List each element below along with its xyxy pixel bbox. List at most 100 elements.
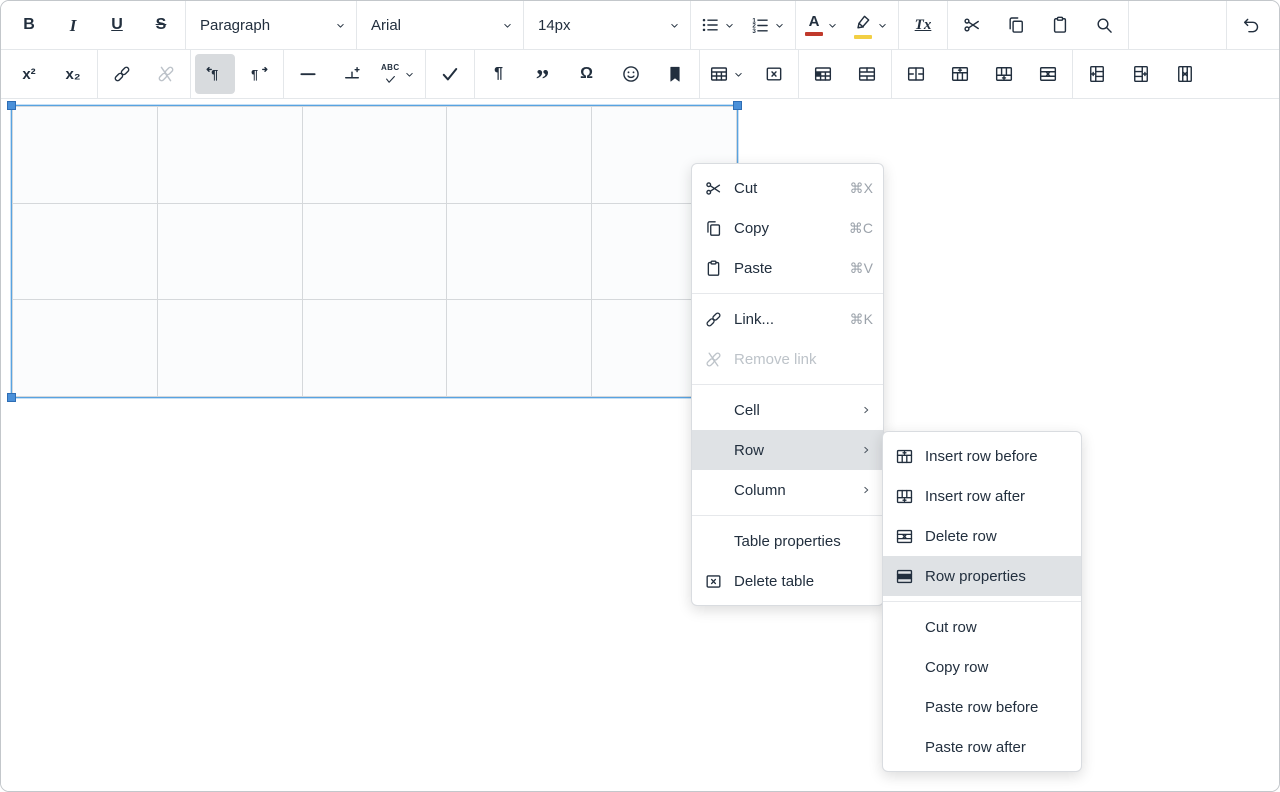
- table-cell[interactable]: [447, 203, 592, 300]
- bold-button[interactable]: B: [9, 5, 49, 45]
- underline-button-content: U: [111, 17, 123, 33]
- table-cell[interactable]: [157, 300, 302, 397]
- table-icon: [709, 64, 729, 84]
- split-cell-button[interactable]: [896, 54, 936, 94]
- insert-column-before-icon: [1087, 64, 1107, 84]
- underline-button[interactable]: U: [97, 5, 137, 45]
- table-cell[interactable]: [447, 107, 592, 204]
- checkmark-icon: [440, 64, 460, 84]
- chevron-right-icon: [859, 403, 873, 417]
- paragraph-format-select[interactable]: Paragraph: [186, 1, 356, 49]
- context-menu-item-label: Cut: [734, 180, 844, 197]
- highlight-color-button[interactable]: [848, 5, 894, 45]
- context-menu-item-cut[interactable]: Cut⌘X: [692, 168, 883, 208]
- accessibility-check-button[interactable]: [430, 54, 470, 94]
- editor-content-area[interactable]: [1, 99, 1279, 791]
- row-submenu-item-copy-row[interactable]: Copy row: [883, 647, 1081, 687]
- emoticons-button[interactable]: [611, 54, 651, 94]
- context-menu-item-column[interactable]: Column: [692, 470, 883, 510]
- toolbar-group: BI U S: [5, 1, 186, 49]
- horizontal-rule-button[interactable]: [288, 54, 328, 94]
- row-submenu-item-cut-row[interactable]: Cut row: [883, 607, 1081, 647]
- special-character-button[interactable]: Ω: [567, 54, 607, 94]
- insert-row-after-button[interactable]: [984, 54, 1024, 94]
- delete-column-button-content: [1175, 64, 1195, 84]
- insert-column-before-button[interactable]: [1077, 54, 1117, 94]
- resize-handle-bottom-left[interactable]: [7, 393, 16, 402]
- context-menu-item-copy[interactable]: Copy⌘C: [692, 208, 883, 248]
- cut-button[interactable]: [952, 5, 992, 45]
- strikethrough-button[interactable]: S: [141, 5, 181, 45]
- undo-button[interactable]: [1231, 5, 1271, 45]
- toolbar-group: 14px: [524, 1, 691, 49]
- row-submenu-item-paste-row-after[interactable]: Paste row after: [883, 727, 1081, 767]
- context-menu-item-delete-table[interactable]: Delete table: [692, 561, 883, 601]
- toolbar-row-2: x²x₂¶¶ABC¶”Ω: [1, 50, 1279, 99]
- formatting-marks-button[interactable]: ¶: [479, 54, 519, 94]
- svg-text:¶: ¶: [211, 68, 218, 82]
- numbered-list-button-content: 123: [750, 15, 770, 35]
- numbered-list-icon: 123: [750, 15, 770, 35]
- delete-column-button[interactable]: [1165, 54, 1205, 94]
- table-cell[interactable]: [157, 203, 302, 300]
- text-color-button[interactable]: A: [800, 5, 844, 45]
- insert-table-button[interactable]: [704, 54, 750, 94]
- anchor-button[interactable]: [655, 54, 695, 94]
- context-menu-item-paste[interactable]: Paste⌘V: [692, 248, 883, 288]
- right-to-left-button[interactable]: ¶: [239, 54, 279, 94]
- merge-cells-button[interactable]: [847, 54, 887, 94]
- left-to-right-button[interactable]: ¶: [195, 54, 235, 94]
- row-submenu-item-paste-row-before[interactable]: Paste row before: [883, 687, 1081, 727]
- row-submenu-item-delete-row[interactable]: Delete row: [883, 516, 1081, 556]
- table-cell[interactable]: [13, 107, 158, 204]
- table-cell[interactable]: [157, 107, 302, 204]
- cell-properties-button[interactable]: [803, 54, 843, 94]
- insert-column-after-button[interactable]: [1121, 54, 1161, 94]
- toolbar-row-1: BI U S ParagraphArial14px 123 A Tx: [1, 1, 1279, 50]
- insert-link-button[interactable]: [102, 54, 142, 94]
- strikethrough-button-content: S: [156, 17, 167, 33]
- paste-button-content: [1050, 15, 1070, 35]
- context-menu-item-link[interactable]: Link...⌘K: [692, 299, 883, 339]
- menu-divider: [692, 293, 883, 294]
- row-submenu-item-insert-row-before[interactable]: Insert row before: [883, 436, 1081, 476]
- delete-table-button[interactable]: [754, 54, 794, 94]
- copy-icon: [704, 219, 725, 238]
- context-menu-item-cell[interactable]: Cell: [692, 390, 883, 430]
- toolbar-group: A: [796, 1, 899, 49]
- row-submenu-item-insert-row-after[interactable]: Insert row after: [883, 476, 1081, 516]
- context-menu-item-table-properties[interactable]: Table properties: [692, 521, 883, 561]
- table-cell[interactable]: [302, 203, 447, 300]
- delete-row-button[interactable]: [1028, 54, 1068, 94]
- font-size-select[interactable]: 14px: [524, 1, 690, 49]
- blockquote-button[interactable]: ”: [523, 54, 563, 94]
- copy-button[interactable]: [996, 5, 1036, 45]
- resize-handle-top-right[interactable]: [733, 101, 742, 110]
- table-cell[interactable]: [302, 107, 447, 204]
- bullet-list-button[interactable]: [695, 5, 741, 45]
- spellcheck-button[interactable]: ABC: [376, 54, 421, 94]
- clear-formatting-button[interactable]: Tx: [903, 5, 943, 45]
- table-cell[interactable]: [447, 300, 592, 397]
- row-submenu-item-row-properties[interactable]: Row properties: [883, 556, 1081, 596]
- page-break-icon: [342, 64, 362, 84]
- font-family-select[interactable]: Arial: [357, 1, 523, 49]
- page-break-button-content: [342, 64, 362, 84]
- merge-cells-button-content: [857, 64, 877, 84]
- numbered-list-button[interactable]: 123: [745, 5, 791, 45]
- table-cell[interactable]: [302, 300, 447, 397]
- context-menu-item-row[interactable]: Row: [692, 430, 883, 470]
- remove-link-button[interactable]: [146, 54, 186, 94]
- table-cell[interactable]: [13, 203, 158, 300]
- page-break-button[interactable]: [332, 54, 372, 94]
- selected-table[interactable]: [11, 105, 738, 398]
- table-cell[interactable]: [13, 300, 158, 397]
- insert-row-before-button[interactable]: [940, 54, 980, 94]
- superscript-button[interactable]: x²: [9, 54, 49, 94]
- search-button[interactable]: [1084, 5, 1124, 45]
- paste-button[interactable]: [1040, 5, 1080, 45]
- subscript-button[interactable]: x₂: [53, 54, 93, 94]
- resize-handle-top-left[interactable]: [7, 101, 16, 110]
- context-menu-item-remove-link[interactable]: Remove link: [692, 339, 883, 379]
- italic-button[interactable]: I: [53, 5, 93, 45]
